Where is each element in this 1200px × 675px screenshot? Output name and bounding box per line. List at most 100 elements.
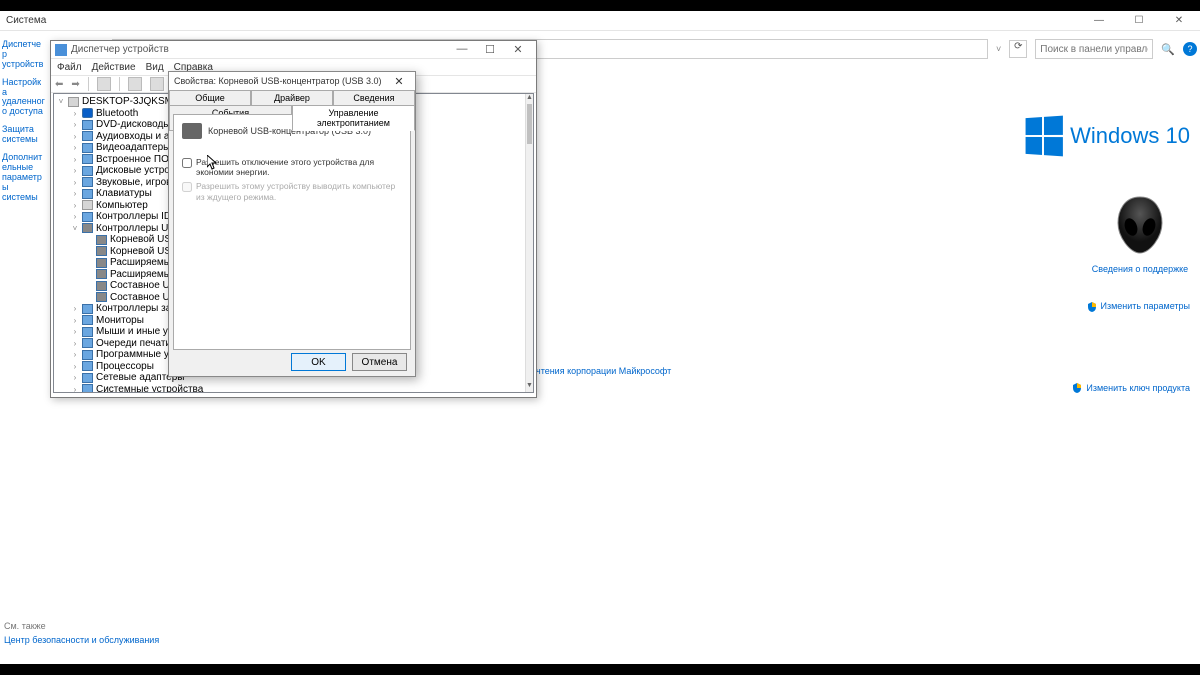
allow-poweroff-label: Разрешить отключение этого устройства дл…	[196, 157, 402, 177]
help-icon[interactable]: ?	[1183, 42, 1197, 56]
product-key-link[interactable]: Изменить ключ продукта	[1086, 383, 1190, 393]
tree-label: DESKTOP-3JQKSM1	[82, 96, 179, 108]
toolbar-button[interactable]	[150, 77, 164, 91]
expander-icon[interactable]: ›	[71, 109, 79, 118]
expander-icon[interactable]: ˅	[71, 224, 79, 233]
support-link[interactable]: Сведения о поддержке	[1090, 264, 1190, 274]
search-icon[interactable]: 🔍	[1161, 43, 1175, 56]
expander-icon[interactable]: ›	[71, 362, 79, 371]
maximize-button[interactable]: ☐	[1124, 15, 1154, 26]
device-icon	[82, 350, 93, 360]
close-button[interactable]: ✕	[1164, 15, 1194, 26]
dm-titlebar[interactable]: Диспетчер устройств — ☐ ✕	[51, 41, 536, 59]
device-icon	[82, 384, 93, 393]
menu-view[interactable]: Вид	[146, 62, 164, 73]
expander-icon[interactable]: ›	[71, 143, 79, 152]
tree-label: Клавиатуры	[96, 188, 152, 200]
change-params-link[interactable]: Изменить параметры	[1101, 302, 1190, 312]
dm-icon	[55, 44, 67, 56]
allow-poweroff-checkbox[interactable]	[182, 158, 192, 168]
prop-titlebar[interactable]: Свойства: Корневой USB-концентратор (USB…	[169, 72, 415, 90]
expander-icon[interactable]: ›	[71, 350, 79, 359]
alienware-logo-icon	[1114, 195, 1166, 255]
ok-button[interactable]: OK	[291, 353, 346, 371]
search-input[interactable]	[1035, 39, 1153, 59]
microsoft-link[interactable]: чтения корпорации Майкрософт	[536, 366, 671, 376]
scrollbar[interactable]: ▲ ▼	[525, 94, 533, 392]
system-sidepanel: Диспетчер устройств Настройка удаленного…	[0, 31, 48, 664]
expander-icon[interactable]: ›	[71, 316, 79, 325]
expander-icon[interactable]: ›	[71, 166, 79, 175]
computer-icon	[68, 97, 79, 107]
expander-icon[interactable]: ›	[71, 120, 79, 129]
shield-icon	[1087, 302, 1097, 312]
side-link[interactable]: Дополнительные параметры системы	[2, 153, 46, 202]
prop-title-text: Свойства: Корневой USB-концентратор (USB…	[174, 76, 382, 86]
dropdown-icon[interactable]: ˅	[996, 44, 1001, 54]
device-icon	[96, 246, 107, 256]
minimize-button[interactable]: —	[448, 43, 476, 56]
expander-icon[interactable]: ›	[71, 373, 79, 382]
device-icon	[82, 120, 93, 130]
expander-icon[interactable]: ›	[71, 339, 79, 348]
device-icon	[82, 154, 93, 164]
tab-details[interactable]: Сведения	[333, 90, 415, 106]
device-icon	[82, 373, 93, 383]
side-link[interactable]: Диспетчер устройств	[2, 40, 46, 70]
toolbar-button[interactable]	[97, 77, 111, 91]
tree-label: Компьютер	[96, 200, 148, 212]
see-also-link[interactable]: Центр безопасности и обслуживания	[4, 635, 159, 646]
see-also-header: См. также	[4, 621, 159, 631]
tab-general[interactable]: Общие	[169, 90, 251, 106]
tab-driver[interactable]: Драйвер	[251, 90, 333, 106]
scroll-down-icon[interactable]: ▼	[526, 382, 533, 392]
device-icon	[82, 212, 93, 222]
back-icon[interactable]: ⬅	[55, 79, 63, 90]
scroll-up-icon[interactable]: ▲	[526, 94, 533, 104]
menu-action[interactable]: Действие	[92, 62, 136, 73]
device-icon	[82, 361, 93, 371]
expander-icon[interactable]: ›	[71, 201, 79, 210]
forward-icon[interactable]: ➡	[71, 79, 79, 90]
device-icon	[96, 258, 107, 268]
scroll-thumb[interactable]	[527, 104, 532, 144]
cancel-button[interactable]: Отмена	[352, 353, 407, 371]
expander-icon[interactable]: ›	[71, 212, 79, 221]
device-icon	[96, 281, 107, 291]
side-link[interactable]: Защита системы	[2, 125, 46, 145]
maximize-button[interactable]: ☐	[476, 43, 504, 56]
expander-icon[interactable]: ›	[71, 132, 79, 141]
refresh-button[interactable]: ⟳	[1009, 40, 1027, 58]
device-icon	[82, 338, 93, 348]
tree-label: Очереди печати	[96, 338, 171, 350]
device-icon	[82, 315, 93, 325]
device-icon	[96, 269, 107, 279]
tree-label: Процессоры	[96, 361, 154, 373]
device-icon	[82, 327, 93, 337]
close-button[interactable]: ✕	[388, 75, 410, 88]
minimize-button[interactable]: —	[1084, 15, 1114, 26]
expander-icon[interactable]: ›	[71, 327, 79, 336]
expander-icon[interactable]: ›	[71, 155, 79, 164]
expander-icon[interactable]: ›	[71, 178, 79, 187]
device-icon	[82, 200, 93, 210]
expander-icon[interactable]: ›	[71, 189, 79, 198]
tab-power[interactable]: Управление электропитанием	[292, 105, 415, 131]
tree-node[interactable]: ›Системные устройства	[70, 384, 531, 394]
tree-label: Мониторы	[96, 315, 144, 327]
expander-icon[interactable]: ˅	[57, 97, 65, 106]
dm-title: Диспетчер устройств	[71, 44, 169, 55]
device-icon	[82, 223, 93, 233]
device-icon	[82, 131, 93, 141]
expander-icon[interactable]: ›	[71, 385, 79, 393]
menu-file[interactable]: Файл	[57, 62, 82, 73]
toolbar-button[interactable]	[128, 77, 142, 91]
tree-label: Видеоадаптеры	[96, 142, 170, 154]
system-title: Система	[6, 15, 46, 26]
close-button[interactable]: ✕	[504, 43, 532, 56]
windows-branding: Windows 10 Сведения о поддержке И	[980, 117, 1190, 312]
expander-icon[interactable]: ›	[71, 304, 79, 313]
device-icon	[82, 166, 93, 176]
system-titlebar[interactable]: Система — ☐ ✕	[0, 11, 1200, 31]
side-link[interactable]: Настройка удаленного доступа	[2, 78, 46, 118]
